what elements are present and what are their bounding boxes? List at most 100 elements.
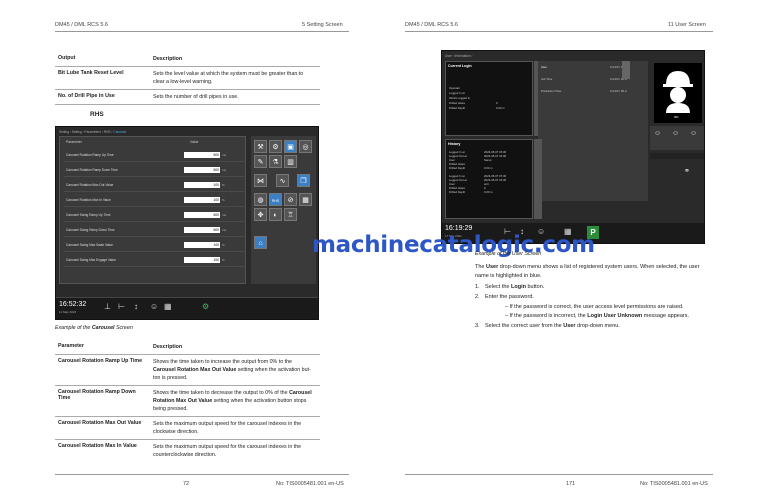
value-field[interactable]: 500 (184, 227, 220, 233)
carousel-screenshot: Setting › Setting › Parameters › RHS › C… (55, 126, 319, 320)
user-caption: Example of the User Screen (475, 251, 542, 257)
compressor-icon[interactable]: ◍ (254, 193, 267, 206)
list-item: – If the password is correct, the user a… (505, 304, 684, 310)
row-name: Bit Lube Tank Reset Level (58, 70, 124, 76)
value-field[interactable]: 100 (184, 182, 220, 188)
table-row: Carousel Rotation Ramp Up Time Shows the… (55, 355, 320, 386)
users-icon[interactable]: ⚭ (684, 167, 690, 175)
list-item: 1. Select the Login button. (475, 284, 545, 290)
clock: 16:52:32 (59, 301, 87, 308)
table-row: Carousel Rotation Ramp Down Time 500 ms (64, 163, 244, 177)
table-header: Output Description (55, 52, 320, 67)
signal-icon[interactable]: ∿ (276, 174, 289, 187)
table-row: Carousel Rotation Max In Value 100% (64, 193, 244, 207)
table-row: Carousel Swing Max Swab Value 100% (64, 238, 244, 252)
rhs-heading: RHS (90, 111, 104, 118)
value-field[interactable]: 100 (184, 197, 220, 203)
doc-number-left: No: TIS0005481.001 en-US (276, 481, 344, 487)
col-output: Output (58, 55, 76, 61)
header-right-doc: DM45 / DML RCS 5.6 (405, 22, 458, 28)
list-item: – If the password is incorrect, the Logi… (505, 313, 690, 319)
history-panel: History Logged In at Logged Out at User … (445, 139, 533, 219)
tower-icon[interactable]: ♖ (284, 208, 297, 221)
breadcrumb: User › Information › (445, 54, 473, 58)
rhs-button[interactable]: RHS (269, 193, 282, 206)
user-screenshot: User › Information › Current Login Opera… (441, 50, 705, 244)
tank-icon[interactable]: ▥ (284, 155, 297, 168)
tool-icon[interactable]: ⚗ (269, 155, 282, 168)
layers-icon[interactable]: ❐ (297, 174, 310, 187)
table-row: No. of Drill Pipe in Use Sets the number… (55, 90, 320, 105)
jack-icon[interactable]: ⋈ (254, 174, 267, 187)
operator-icon: ☺ (150, 302, 159, 311)
hole-icon: ⊥ (104, 302, 111, 311)
table-row: Carousel Swing Max Engage Value 100% (64, 253, 244, 267)
drill-icon[interactable]: ⚒ (254, 140, 267, 153)
user-paragraph: The User drop-down menu shows a list of … (475, 264, 700, 279)
header-left-doc: DM45 / DML RCS 5.6 (55, 22, 108, 28)
user-dropdown[interactable] (650, 153, 704, 159)
row-name: No. of Drill Pipe in Use (58, 93, 115, 99)
time-panel: User Job Time Production Time (538, 61, 618, 201)
login-icon[interactable]: ☺ (654, 130, 661, 137)
table-row: Carousel Swing Ramp Down Time 500 ms (64, 223, 244, 237)
col-parameter: Parameter (58, 343, 84, 349)
clock: 16:19:29 (445, 225, 473, 232)
value-field[interactable]: 500 (184, 212, 220, 218)
table-row: Bit Lube Tank Reset Level Sets the level… (55, 67, 320, 90)
header-left-section: 5 Setting Screen (302, 22, 343, 28)
gauge-icon[interactable]: ◐ (269, 208, 282, 221)
value-field[interactable]: 500 (184, 152, 220, 158)
value-field[interactable]: 100 (184, 257, 220, 263)
table-header: Parameter Description (55, 340, 320, 355)
boom-icon[interactable]: ⚙ (269, 140, 282, 153)
list-item: 3. Select the correct user from the User … (475, 323, 620, 329)
grid-icon[interactable]: ▦ (299, 193, 312, 206)
page-number-right: 171 (566, 481, 576, 487)
footer-rule-right (405, 474, 713, 475)
table-row: Carousel Swing Ramp Up Time 500 ms (64, 208, 244, 222)
footer-rule-left (55, 474, 349, 475)
breadcrumb: Setting › Setting › Parameters › RHS › C… (59, 130, 127, 134)
wrench-icon[interactable]: ✎ (254, 155, 267, 168)
switch-user-icon[interactable]: ☺ (690, 130, 697, 137)
table-row: Carousel Rotation Ramp Down Time Shows th… (55, 386, 320, 417)
table-row: Carousel Rotation Max Out Value 100% (64, 178, 244, 192)
grid-view-icon[interactable]: ▦ (164, 302, 172, 311)
carousel-icon[interactable]: ▣ (284, 140, 297, 153)
table-row: Carousel Rotation Max Out Value Sets the… (55, 417, 320, 440)
operator-helmet-icon (663, 71, 693, 113)
parameter-table: Parameter Description Carousel Rotation … (55, 340, 320, 462)
col-description: Description (153, 56, 183, 62)
carousel-caption: Example of the Carousel Screen (55, 325, 133, 331)
row-desc: Sets the level value at which the system… (153, 71, 304, 85)
header-right-section: 11 User Screen (668, 22, 706, 28)
pipe-icon[interactable]: ◎ (299, 140, 312, 153)
home-icon[interactable]: ⌂ (254, 236, 267, 249)
logout-icon[interactable]: ☺ (672, 130, 679, 137)
settings-icon[interactable]: ⚙ (202, 302, 209, 311)
arrows-icon[interactable]: ✥ (254, 208, 267, 221)
rod-count-icon: ↕ (134, 302, 138, 311)
list-item: 2. Enter the password. (475, 294, 534, 300)
row-desc: Sets the number of drill pipes in use. (153, 94, 239, 100)
parameter-panel: Parameter Value Carousel Rotation Ramp U… (59, 136, 246, 284)
page-number-left: 72 (183, 481, 190, 487)
table-row: Carousel Rotation Max In Value Sets the … (58, 443, 302, 458)
value-field[interactable]: 500 (184, 167, 220, 173)
current-login-panel: Current Login Operator Logged In at Work… (445, 61, 533, 136)
login-buttons: ☺ ☺ ☺ (650, 126, 704, 150)
up-arrow-icon[interactable] (622, 61, 630, 79)
date: 11 May 2023 (59, 310, 77, 314)
table-row: Carousel Rotation Ramp Up Time 500 ms (64, 148, 244, 162)
value-panel: 0 d 00 h 00 m 0 d 00 h 00 m 0 d 00 h 00 … (610, 61, 648, 201)
status-footer: 16:52:32 11 May 2023 ⊥ ⊢ ↕ ☺ ▦ ⚙ (56, 297, 318, 319)
rod-icon[interactable]: ⊘ (284, 193, 297, 206)
scrollbar[interactable] (534, 139, 542, 219)
doc-number-right: No: TIS0005481.001 en-US (640, 481, 708, 487)
col-description: Description (153, 344, 183, 350)
header-rule-right (405, 31, 713, 32)
col-value: Value (190, 140, 199, 144)
value-field[interactable]: 100 (184, 242, 220, 248)
header-rule-left (55, 31, 349, 32)
